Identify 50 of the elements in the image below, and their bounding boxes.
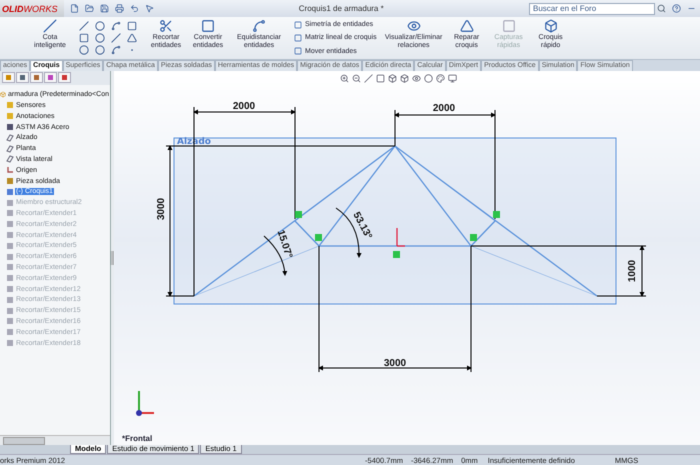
new-file-icon[interactable] [70,4,79,13]
app-logo: OLIDWORKS [0,0,64,17]
origin-icon [6,166,14,174]
dimension-value: 2000 [432,103,456,114]
annotation-icon [6,112,14,120]
origin-icon [396,228,406,247]
grip-icon[interactable] [111,251,114,266]
undo-icon[interactable] [130,4,139,13]
relation-icon [493,211,500,218]
relation-icon [470,234,477,242]
scroll-bar[interactable] [0,435,110,446]
window-title: Croquis1 de armadura * [298,4,385,13]
dimension-value: 1000 [627,260,638,282]
sensor-icon [6,101,14,110]
relation-icon [315,234,322,242]
relation-icon [295,211,302,218]
dimension-value: 3000 [156,198,167,220]
display-style-icon[interactable] [400,74,409,84]
box-icon [544,19,558,33]
dimension-value: 2000 [232,101,256,112]
square-icon [502,19,516,33]
pointer-icon[interactable] [144,4,154,13]
folder-icon[interactable] [84,4,94,13]
axis-triad-icon [136,391,154,416]
zoom-icon[interactable] [340,74,349,84]
section-view-icon[interactable] [376,74,385,84]
scene-icon[interactable] [436,74,445,84]
search-icon[interactable] [657,4,666,13]
eye-icon[interactable] [412,74,421,84]
dimension-value: 15.07° [274,229,294,260]
sketch-icon [6,188,14,196]
scissors-icon [159,19,173,33]
view-label: *Frontal [122,434,152,444]
structural-icon [6,198,14,207]
dimension-value: 3000 [384,358,406,370]
help-icon[interactable] [672,4,681,13]
curve-icon [252,19,266,33]
cube-icon[interactable] [388,74,397,84]
material-icon [6,123,14,132]
triangle-icon [460,19,474,33]
part-icon [0,91,6,98]
eye-icon [406,19,421,33]
weldment-icon [6,177,14,186]
monitor-icon[interactable] [448,74,457,84]
square-icon [201,19,215,33]
relation-icon [393,251,400,258]
search-field[interactable]: Buscar en el Foro [529,2,655,14]
print-icon[interactable] [114,4,124,13]
zoom-icon[interactable] [352,74,361,84]
save-icon[interactable] [100,4,109,13]
